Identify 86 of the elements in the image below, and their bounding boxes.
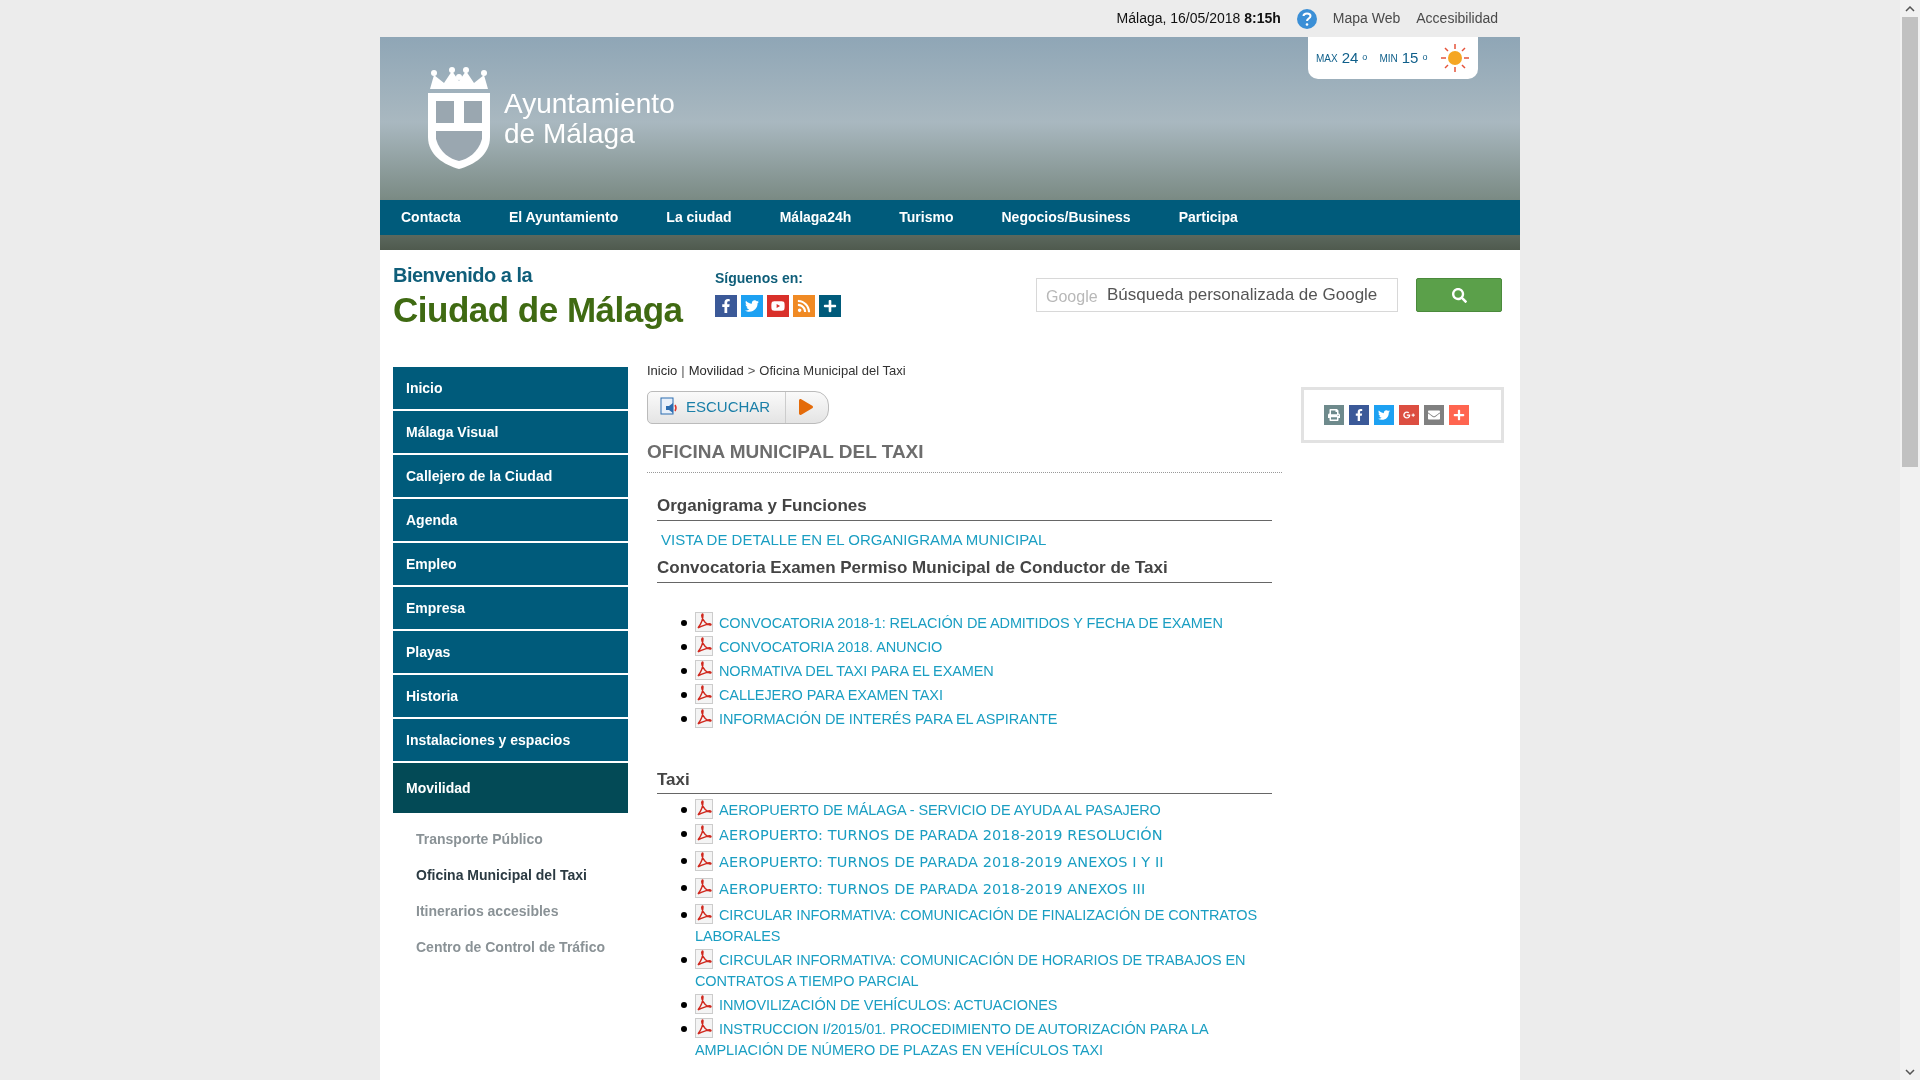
pdf-icon: [695, 949, 713, 969]
logo-text: de Málaga: [504, 118, 635, 149]
video-icon[interactable]: [767, 295, 789, 317]
bullet-icon: [681, 1026, 687, 1032]
welcome-text: Bienvenido a la: [393, 263, 534, 288]
nav-link[interactable]: Negocios/Business: [1001, 207, 1131, 228]
nav-link[interactable]: Participa: [1178, 207, 1238, 228]
scrollbar[interactable]: [1900, 0, 1920, 1080]
bullet-icon: [681, 885, 687, 891]
facebook-icon[interactable]: [715, 295, 737, 317]
sidebar-item[interactable]: Inicio: [393, 367, 628, 409]
sun-icon: [1440, 43, 1470, 73]
max-temperature: 24: [1341, 47, 1359, 68]
city-title: Ciudad de Málaga: [393, 290, 685, 330]
sidebar-item[interactable]: Empresa: [393, 587, 628, 629]
bullet-icon: [681, 858, 687, 864]
bullet-icon: [681, 831, 687, 837]
listen-button[interactable]: ESCUCHAR: [647, 390, 829, 424]
nav-link[interactable]: Contacta: [401, 207, 461, 228]
pdf-icon: [695, 799, 713, 819]
pdf-icon: [695, 683, 713, 704]
page-title: OFICINA MUNICIPAL DEL TAXI: [647, 439, 925, 464]
pdf-icon: [695, 851, 713, 871]
twitter-icon[interactable]: [741, 295, 763, 317]
degree-unit: o: [1362, 51, 1368, 65]
google-label: Google: [1046, 287, 1098, 307]
bullet-icon: [681, 807, 687, 813]
pdf-icon: [695, 994, 713, 1014]
section-heading: Convocatoria Examen Permiso Municipal de Conductor de Taxi: [657, 555, 1272, 583]
scroll-thumb[interactable]: [1902, 17, 1918, 467]
google-plus-icon[interactable]: [1399, 405, 1419, 425]
pdf-icon: [695, 1018, 713, 1038]
play-icon: [798, 399, 814, 415]
nav-link[interactable]: Turismo: [899, 207, 954, 228]
sidebar-item[interactable]: Empleo: [393, 543, 628, 585]
sidebar-item[interactable]: Historia: [393, 675, 628, 717]
breadcrumb-link[interactable]: Movilidad: [688, 361, 744, 381]
sidebar-item[interactable]: Málaga Visual: [393, 411, 628, 453]
breadcrumb-separator: |: [681, 362, 685, 380]
pdf-icon: [695, 878, 713, 898]
bullet-icon: [681, 1002, 687, 1008]
pdf-icon: [695, 824, 713, 844]
breadcrumb-link[interactable]: Inicio: [647, 361, 678, 381]
sidebar-item[interactable]: Instalaciones y espacios: [393, 719, 628, 761]
sidebar-item[interactable]: Playas: [393, 631, 628, 673]
pdf-icon: [695, 904, 713, 924]
nav-link[interactable]: La ciudad: [666, 207, 732, 228]
twitter-icon[interactable]: [1374, 405, 1394, 425]
print-icon[interactable]: [1324, 405, 1344, 425]
speaker-document-icon: [660, 397, 680, 417]
pdf-icon: [695, 611, 713, 632]
top-link[interactable]: Mapa Web: [1332, 8, 1401, 29]
breadcrumb-separator: >: [747, 362, 756, 380]
bullet-icon: [681, 715, 687, 722]
bullet-icon: [681, 643, 687, 650]
degree-unit: o: [1422, 51, 1428, 65]
pdf-icon: [695, 707, 713, 728]
email-icon[interactable]: [1424, 405, 1444, 425]
section-heading: Taxi: [657, 766, 1272, 794]
bullet-icon: [681, 691, 687, 698]
submenu-item[interactable]: Oficina Municipal del Taxi: [393, 857, 628, 893]
nav-link[interactable]: El Ayuntamiento: [508, 207, 619, 228]
facebook-icon[interactable]: [1349, 405, 1369, 425]
sidebar-item[interactable]: Agenda: [393, 499, 628, 541]
breadcrumb-current: Oficina Municipal del Taxi: [759, 362, 906, 380]
min-temperature: 15: [1401, 47, 1419, 68]
search-button[interactable]: [1416, 278, 1502, 312]
top-link[interactable]: Accesibilidad: [1416, 8, 1498, 29]
help-icon[interactable]: [1296, 8, 1317, 29]
date-time: Málaga, 16/05/2018 8:15h: [1116, 9, 1281, 28]
max-label: MAX: [1316, 51, 1338, 66]
follow-label: Síguenos en:: [715, 269, 804, 288]
bullet-icon: [681, 667, 687, 674]
min-label: MIN: [1379, 51, 1398, 66]
logo-text: Ayuntamiento: [504, 88, 675, 119]
search-icon: [1451, 287, 1467, 303]
pdf-icon: [695, 635, 713, 656]
nav-link[interactable]: Málaga24h: [779, 207, 852, 228]
section-heading: Organigrama y Funciones: [657, 493, 1272, 521]
bullet-icon: [681, 619, 687, 626]
plus-icon[interactable]: [819, 295, 841, 317]
sidebar-item[interactable]: Movilidad: [393, 763, 628, 813]
pdf-icon: [695, 659, 713, 680]
sidebar-item[interactable]: Callejero de la Ciudad: [393, 455, 628, 497]
bullet-icon: [681, 957, 687, 963]
bullet-icon: [681, 912, 687, 918]
